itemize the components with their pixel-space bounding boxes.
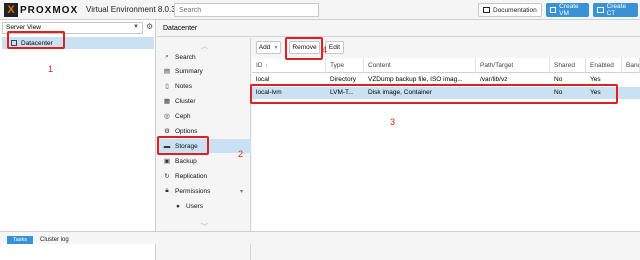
column-header-type[interactable]: Type <box>326 58 364 73</box>
search-input[interactable] <box>174 3 319 17</box>
column-header-id[interactable]: ID ↑ <box>252 58 326 73</box>
column-header-content[interactable]: Content <box>364 58 476 73</box>
menu-item-label: Summary <box>175 67 203 75</box>
annotation-box-row <box>250 84 618 104</box>
chevron-down-icon: ▼ <box>133 24 139 30</box>
add-button[interactable]: Add ▼ <box>256 41 281 54</box>
proxmox-logo[interactable]: X PROXMOX <box>4 3 78 17</box>
column-header-path[interactable]: Path/Target <box>476 58 550 73</box>
version-label: Virtual Environment 8.0.3 <box>86 5 176 14</box>
cube-icon <box>597 7 604 13</box>
chevron-down-icon: ▼ <box>273 44 279 51</box>
menu-item-permissions[interactable]: 🔒︎ Permissions ▾ <box>157 184 251 198</box>
monitor-icon <box>550 7 557 13</box>
menu-item-backup[interactable]: ▣ Backup <box>157 154 251 168</box>
user-icon: ● <box>176 202 180 210</box>
cluster-icon: ▦ <box>163 98 171 105</box>
menu-item-search[interactable]: ⌕ Search <box>157 50 251 64</box>
annotation-box-remove <box>285 37 323 60</box>
annotation-number-4: 4 <box>322 45 328 55</box>
chevron-down-icon[interactable]: ▾ <box>240 188 243 195</box>
menu-item-cluster[interactable]: ▦ Cluster <box>157 94 251 108</box>
gear-icon[interactable]: ⚙ <box>146 22 153 31</box>
menu-item-replication[interactable]: ↻ Replication <box>157 169 251 183</box>
annotation-number-1: 1 <box>48 64 54 74</box>
book-icon <box>483 7 490 13</box>
column-label: ID <box>256 62 263 69</box>
menu-item-label: Options <box>175 127 198 135</box>
menu-item-summary[interactable]: ▤ Summary <box>157 64 251 78</box>
menu-item-label: Permissions <box>175 187 211 195</box>
ceph-icon: ◎ <box>164 113 170 120</box>
annotation-number-3: 3 <box>390 117 396 127</box>
sort-ascending-icon: ↑ <box>264 62 268 69</box>
search-icon: ⌕ <box>165 53 169 60</box>
annotation-number-2: 2 <box>238 149 244 159</box>
annotation-box-datacenter <box>7 31 65 49</box>
summary-icon: ▤ <box>163 68 171 75</box>
tab-tasks[interactable]: Tasks <box>7 236 33 244</box>
menu-item-label: Search <box>175 53 196 61</box>
annotation-box-storage <box>157 136 209 155</box>
create-vm-button[interactable]: Create VM <box>546 3 589 17</box>
create-vm-label: Create VM <box>559 3 579 17</box>
grid-header: ID ↑ Type Content Path/Target Shared Enab… <box>252 58 640 73</box>
menu-item-label: Backup <box>175 157 197 165</box>
gear-icon: ⚙ <box>164 128 170 135</box>
menu-item-label: Users <box>186 202 203 210</box>
log-panel <box>0 232 640 244</box>
column-header-bandwidth[interactable]: Band <box>622 58 640 73</box>
menu-item-notes[interactable]: ▯ Notes <box>157 79 251 93</box>
breadcrumb: Datacenter <box>157 20 640 37</box>
backup-icon: ▣ <box>163 158 171 165</box>
edit-button[interactable]: Edit <box>325 41 344 54</box>
create-ct-button[interactable]: Create CT <box>593 3 638 17</box>
resource-tree-panel: Server View ▼ ⚙ Datacenter <box>0 20 156 260</box>
view-select-value: Server View <box>6 24 41 31</box>
menu-item-label: Ceph <box>175 112 191 120</box>
permissions-icon: 🔒︎ <box>165 187 169 194</box>
column-header-shared[interactable]: Shared <box>550 58 586 73</box>
add-label: Add <box>258 44 271 51</box>
replication-icon: ↻ <box>164 173 170 180</box>
create-ct-label: Create CT <box>606 3 627 17</box>
top-header: X PROXMOX Virtual Environment 8.0.3 Docu… <box>0 0 640 20</box>
menu-item-label: Cluster <box>175 97 196 105</box>
menu-item-users[interactable]: ● Users <box>157 199 251 213</box>
tab-cluster-log[interactable]: Cluster log <box>40 237 69 243</box>
edit-label: Edit <box>328 44 341 51</box>
menu-item-ceph[interactable]: ◎ Ceph <box>157 109 251 123</box>
column-header-enabled[interactable]: Enabled <box>586 58 622 73</box>
documentation-label: Documentation <box>493 6 537 14</box>
documentation-button[interactable]: Documentation <box>478 3 542 17</box>
menu-item-label: Notes <box>175 82 192 90</box>
menu-item-label: Replication <box>175 172 208 180</box>
logo-mark: X <box>4 3 18 17</box>
logo-text: PROXMOX <box>20 4 79 16</box>
notes-icon: ▯ <box>165 83 169 90</box>
